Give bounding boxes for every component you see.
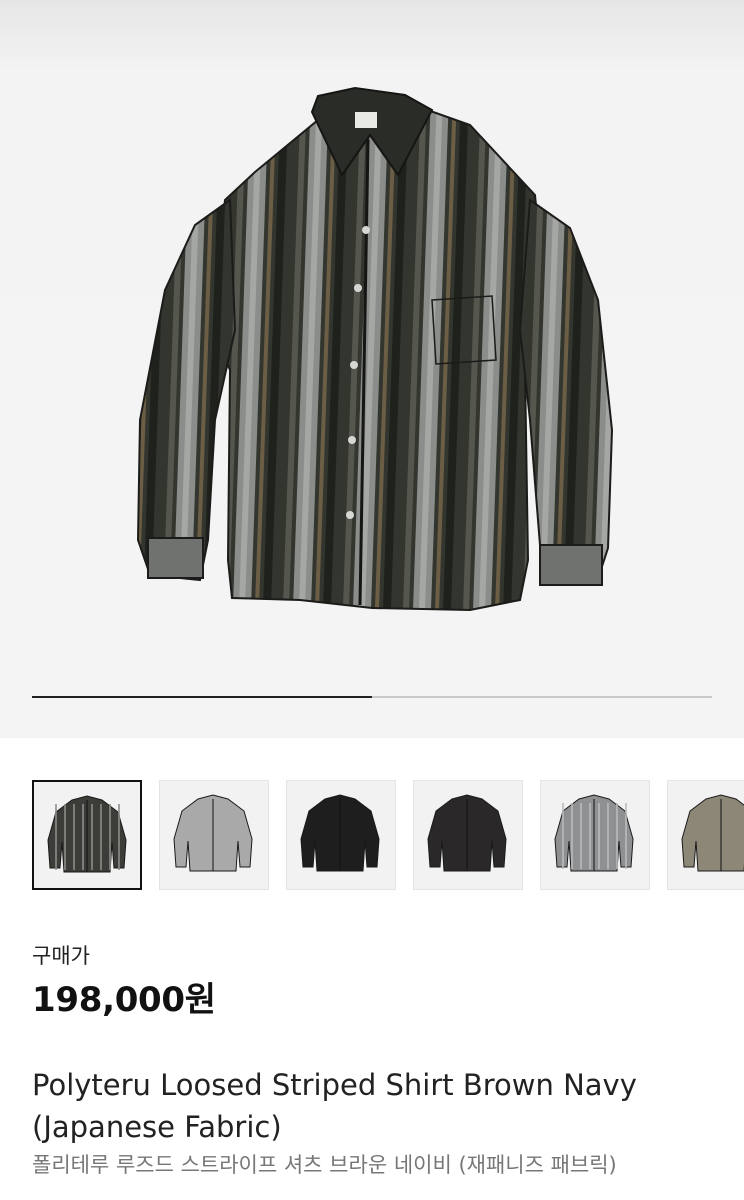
thumbnail-5[interactable] xyxy=(540,780,650,890)
thumbnail-3[interactable] xyxy=(286,780,396,890)
thumbnail-4[interactable] xyxy=(413,780,523,890)
gallery-progress-track[interactable] xyxy=(32,696,712,698)
shirt-charcoal-icon xyxy=(427,794,507,872)
thumbnail-6[interactable] xyxy=(667,780,744,890)
product-subtitle: 폴리테루 루즈드 스트라이프 셔츠 브라운 네이비 (재패니즈 패브릭) xyxy=(32,1153,617,1177)
product-price: 198,000원 xyxy=(32,980,216,1020)
shirt-light-grey-icon xyxy=(173,794,253,872)
thumbnail-strip[interactable] xyxy=(32,780,744,890)
shirt-khaki-icon xyxy=(681,794,744,872)
gallery-progress-fill xyxy=(32,696,372,698)
thumbnail-1[interactable] xyxy=(32,780,142,890)
shirt-black-icon xyxy=(300,794,380,872)
product-title: Polyteru Loosed Striped Shirt Brown Navy… xyxy=(32,1068,637,1144)
thumbnail-2[interactable] xyxy=(159,780,269,890)
price-label: 구매가 xyxy=(32,944,90,968)
main-product-image xyxy=(136,86,614,612)
shirt-grey-stripe-icon xyxy=(554,794,634,872)
shirt-striped-brown-navy-icon xyxy=(47,795,127,873)
product-image-area[interactable] xyxy=(0,0,744,738)
